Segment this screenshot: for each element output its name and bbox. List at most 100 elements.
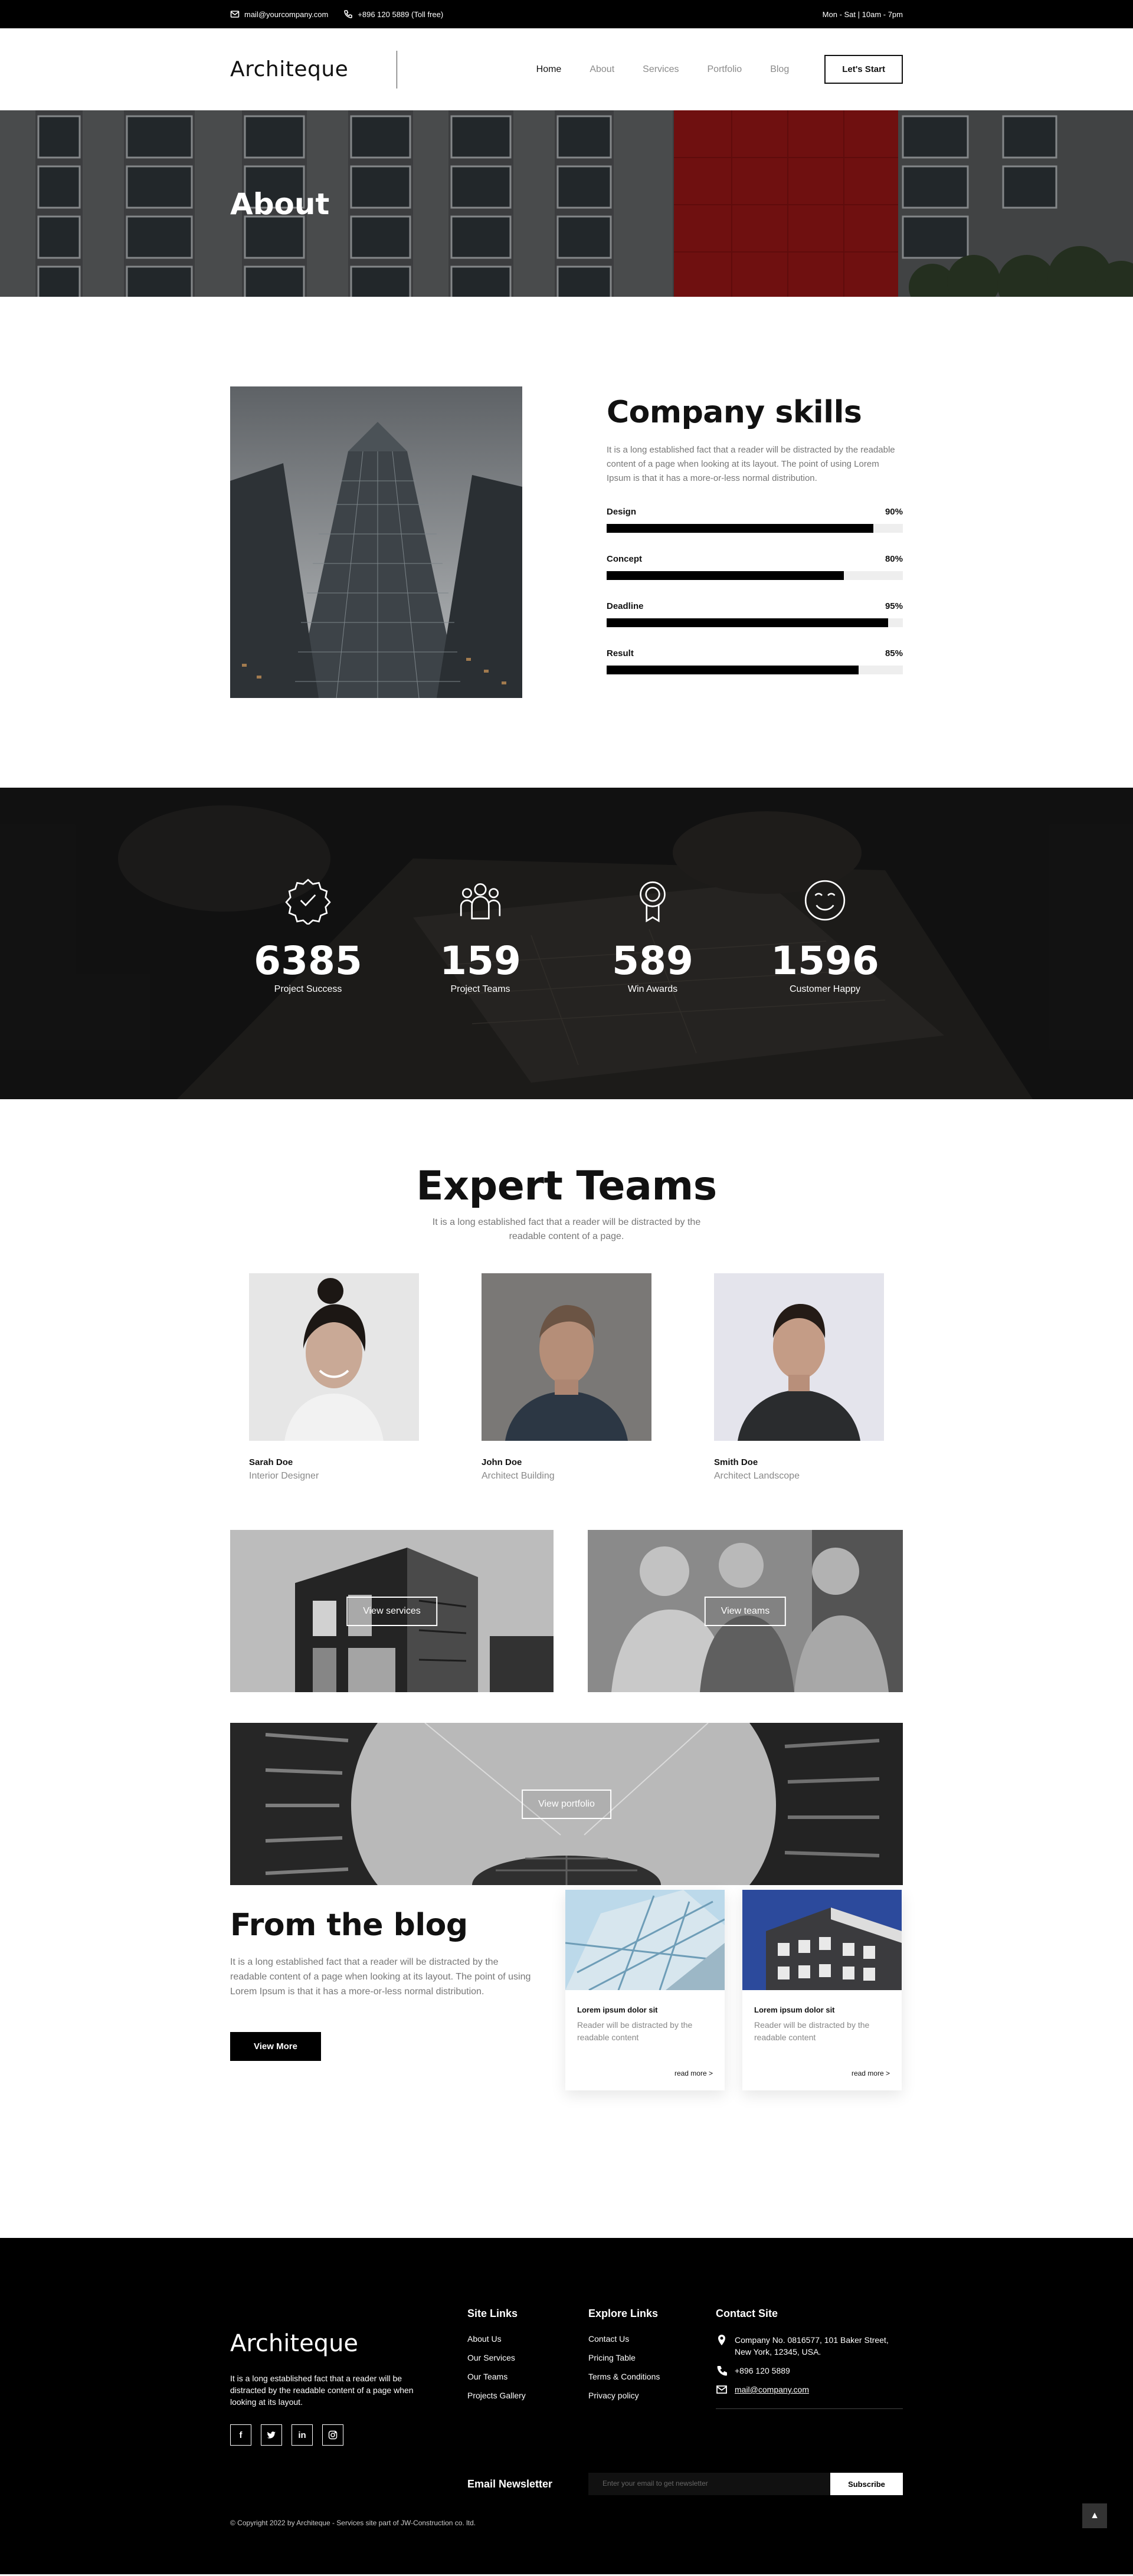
blog-post-card[interactable]: Lorem ipsum dolor sit Reader will be dis… bbox=[565, 1890, 725, 2090]
stat-label: Customer Happy bbox=[789, 984, 861, 994]
skill-label: Deadline bbox=[607, 601, 644, 611]
portfolio-tile[interactable]: View portfolio bbox=[230, 1723, 903, 1885]
site-header: Architeque Home About Services Portfolio… bbox=[0, 28, 1133, 110]
contact-divider bbox=[716, 2408, 903, 2409]
member-role: Interior Designer bbox=[249, 1471, 319, 1481]
facebook-icon[interactable]: f bbox=[230, 2424, 251, 2446]
team-subtitle: It is a long established fact that a rea… bbox=[432, 1217, 701, 1241]
skills-title: Company skills bbox=[607, 395, 862, 430]
blog-section: From the blog It is a long established f… bbox=[0, 1890, 1133, 2238]
site-logo[interactable]: Architeque bbox=[230, 57, 397, 81]
top-bar: mail@yourcompany.com +896 120 5889 (Toll… bbox=[0, 0, 1133, 28]
skill-fill bbox=[607, 571, 844, 580]
stat-customer-happy: 1596 Customer Happy bbox=[739, 876, 911, 995]
skill-track bbox=[607, 618, 903, 627]
stat-label: Win Awards bbox=[627, 984, 678, 994]
skill-fill bbox=[607, 524, 873, 533]
site-footer: Architeque It is a long established fact… bbox=[0, 2238, 1133, 2574]
footer-link[interactable]: Contact Us bbox=[588, 2334, 629, 2344]
newsletter-label: Email Newsletter bbox=[467, 2477, 553, 2490]
member-photo bbox=[714, 1273, 884, 1441]
footer-link[interactable]: Our Services bbox=[467, 2353, 515, 2362]
explore-links-title: Explore Links bbox=[588, 2308, 659, 2319]
newsletter-form: Email Newsletter Enter your email to get… bbox=[467, 2473, 903, 2495]
nav-services[interactable]: Services bbox=[643, 64, 679, 75]
view-teams-button[interactable]: View teams bbox=[704, 1596, 787, 1626]
teams-tile[interactable]: View teams bbox=[588, 1530, 903, 1692]
stat-number: 1596 bbox=[771, 938, 879, 984]
skill-bar-concept: Concept 80% bbox=[607, 554, 903, 580]
footer-logo[interactable]: Architeque bbox=[230, 2330, 467, 2357]
copyright-text: © Copyright 2022 by Architeque - Service… bbox=[230, 2519, 476, 2527]
footer-link[interactable]: Pricing Table bbox=[588, 2353, 636, 2362]
blog-post-excerpt: Reader will be distracted by the readabl… bbox=[754, 2020, 870, 2042]
footer-link[interactable]: Projects Gallery bbox=[467, 2391, 526, 2400]
team-title: Expert Teams bbox=[416, 1163, 717, 1210]
team-member-card[interactable]: Sarah Doe Interior Designer bbox=[249, 1273, 419, 1482]
skill-track bbox=[607, 571, 903, 580]
address-text: Company No. 0816577, 101 Baker Street, N… bbox=[735, 2335, 889, 2357]
expert-teams-section: Expert Teams It is a long established fa… bbox=[0, 1099, 1133, 1530]
skill-label: Concept bbox=[607, 554, 642, 564]
topbar-hours: Mon - Sat | 10am - 7pm bbox=[822, 9, 903, 19]
footer-link[interactable]: About Us bbox=[467, 2334, 502, 2344]
contact-email[interactable]: mail@company.com bbox=[716, 2384, 903, 2395]
skyscraper-image bbox=[230, 386, 522, 698]
member-name: Smith Doe bbox=[714, 1457, 758, 1467]
phone-icon bbox=[717, 2366, 727, 2376]
contact-site-title: Contact Site bbox=[716, 2308, 778, 2319]
skill-label: Result bbox=[607, 648, 634, 658]
site-links-title: Site Links bbox=[467, 2308, 518, 2319]
view-portfolio-button[interactable]: View portfolio bbox=[522, 1789, 611, 1819]
skills-text: It is a long established fact that a rea… bbox=[607, 445, 895, 483]
skill-bar-deadline: Deadline 95% bbox=[607, 601, 903, 627]
location-pin-icon bbox=[718, 2335, 725, 2345]
member-photo bbox=[249, 1273, 419, 1441]
view-services-button[interactable]: View services bbox=[346, 1596, 437, 1626]
skill-track bbox=[607, 666, 903, 674]
skill-percent: 85% bbox=[885, 648, 903, 658]
topbar-email-text: mail@yourcompany.com bbox=[244, 9, 329, 19]
page-hero: About bbox=[0, 110, 1133, 297]
instagram-icon[interactable] bbox=[322, 2424, 343, 2446]
linkedin-icon[interactable]: in bbox=[292, 2424, 313, 2446]
topbar-email[interactable]: mail@yourcompany.com bbox=[230, 9, 328, 19]
nav-home[interactable]: Home bbox=[536, 64, 562, 75]
gallery-section: View services View teams View portfolio bbox=[0, 1530, 1133, 1890]
nav-about[interactable]: About bbox=[590, 64, 614, 75]
twitter-icon[interactable] bbox=[261, 2424, 282, 2446]
footer-link[interactable]: Our Teams bbox=[467, 2372, 507, 2381]
topbar-phone[interactable]: +896 120 5889 (Toll free) bbox=[343, 9, 443, 19]
blog-post-card[interactable]: Lorem ipsum dolor sit Reader will be dis… bbox=[742, 1890, 902, 2090]
footer-about: It is a long established fact that a rea… bbox=[230, 2374, 414, 2407]
team-member-card[interactable]: John Doe Architect Building bbox=[482, 1273, 651, 1482]
services-tile[interactable]: View services bbox=[230, 1530, 554, 1692]
mail-icon bbox=[716, 2385, 727, 2394]
skill-label: Design bbox=[607, 507, 637, 517]
footer-link[interactable]: Terms & Conditions bbox=[588, 2372, 660, 2381]
nav-blog[interactable]: Blog bbox=[770, 64, 789, 75]
blog-post-title: Lorem ipsum dolor sit bbox=[577, 2005, 658, 2014]
newsletter-email-input[interactable]: Enter your email to get newsletter bbox=[588, 2473, 830, 2495]
award-icon bbox=[640, 881, 666, 923]
team-member-card[interactable]: Smith Doe Architect Landscope bbox=[714, 1273, 884, 1482]
back-to-top-button[interactable]: ▲ bbox=[1082, 2503, 1107, 2528]
lets-start-button[interactable]: Let's Start bbox=[824, 55, 903, 84]
smile-icon bbox=[804, 880, 846, 921]
blog-text: It is a long established fact that a rea… bbox=[230, 1957, 531, 1997]
member-role: Architect Building bbox=[482, 1471, 555, 1481]
nav-portfolio[interactable]: Portfolio bbox=[708, 64, 742, 75]
footer-link[interactable]: Privacy policy bbox=[588, 2391, 639, 2400]
subscribe-button[interactable]: Subscribe bbox=[830, 2473, 903, 2495]
contact-phone[interactable]: +896 120 5889 bbox=[716, 2365, 903, 2377]
topbar-phone-text: +896 120 5889 (Toll free) bbox=[358, 9, 444, 19]
read-more-link[interactable]: read more > bbox=[852, 2069, 890, 2077]
view-more-button[interactable]: View More bbox=[230, 2032, 321, 2061]
blog-post-excerpt: Reader will be distracted by the readabl… bbox=[577, 2020, 693, 2042]
read-more-link[interactable]: read more > bbox=[674, 2069, 713, 2077]
skill-fill bbox=[607, 666, 859, 674]
stats-section: 6385 Project Success 159 Project Teams 5… bbox=[0, 788, 1133, 1099]
stat-label: Project Teams bbox=[450, 984, 510, 994]
skill-percent: 95% bbox=[885, 601, 903, 611]
skill-track bbox=[607, 524, 903, 533]
